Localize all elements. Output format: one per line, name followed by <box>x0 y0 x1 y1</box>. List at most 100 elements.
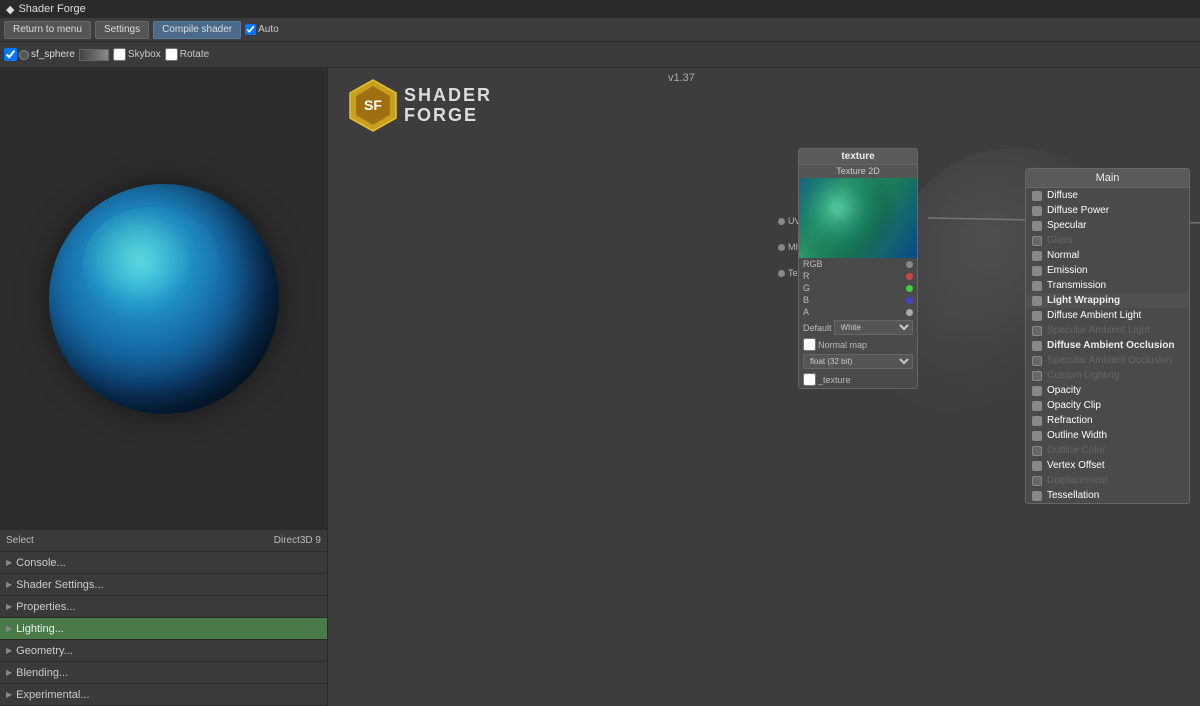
normal-connector <box>1032 251 1042 261</box>
texture-name-row: _texture <box>799 371 917 388</box>
main-panel-light-wrapping[interactable]: Light Wrapping <box>1026 293 1189 308</box>
main-panel-gloss[interactable]: Gloss <box>1026 233 1189 248</box>
rgb-output-dot <box>906 261 913 268</box>
version-label: v1.37 <box>668 72 695 84</box>
a-output-dot <box>906 309 913 316</box>
main-panel-specular-ambient-light[interactable]: Specular Ambient Light <box>1026 323 1189 338</box>
g-output-dot <box>906 285 913 292</box>
object-name: sf_sphere <box>31 49 75 60</box>
bottom-panel: Select Direct3D 9 ▶ Console... ▶ Shader … <box>0 529 327 706</box>
toolbar: Return to menu Settings Compile shader A… <box>0 18 1200 42</box>
refraction-connector <box>1032 416 1042 426</box>
menu-item-blending[interactable]: ▶ Blending... <box>0 662 327 684</box>
title-bar: ◆ Shader Forge <box>0 0 1200 18</box>
main-panel-normal[interactable]: Normal <box>1026 248 1189 263</box>
auto-checkbox[interactable] <box>245 24 256 35</box>
r-output-row: R <box>799 270 917 282</box>
preview-sphere <box>49 184 279 414</box>
main-panel-specular-ambient-occlusion[interactable]: Specular Ambient Occlusion <box>1026 353 1189 368</box>
uv-connector-dot <box>778 218 785 225</box>
preview-area <box>0 68 327 529</box>
main-panel: Main Diffuse Diffuse Power Specular Glos… <box>1025 168 1190 504</box>
main-panel-diffuse-ambient-occlusion[interactable]: Diffuse Ambient Occlusion <box>1026 338 1189 353</box>
light-wrapping-connector <box>1032 296 1042 306</box>
auto-checkbox-label[interactable]: Auto <box>245 24 279 35</box>
select-label: Select <box>6 535 34 546</box>
specular-ambient-light-connector <box>1032 326 1042 336</box>
main-panel-specular[interactable]: Specular <box>1026 218 1189 233</box>
select-bar: Select Direct3D 9 <box>0 530 327 552</box>
main-panel-custom-lighting[interactable]: Custom Lighting <box>1026 368 1189 383</box>
tessellation-connector <box>1032 491 1042 501</box>
sf-text: SHADER FORGE <box>404 86 492 126</box>
left-panel: Select Direct3D 9 ▶ Console... ▶ Shader … <box>0 68 328 706</box>
texture-node-title: texture <box>799 149 917 165</box>
return-to-menu-button[interactable]: Return to menu <box>4 21 91 39</box>
texture-node-subtitle: Texture 2D <box>799 165 917 178</box>
main-panel-refraction[interactable]: Refraction <box>1026 413 1189 428</box>
app-title: Shader Forge <box>18 3 85 15</box>
main-panel-vertex-offset[interactable]: Vertex Offset <box>1026 458 1189 473</box>
normal-map-checkbox[interactable] <box>803 338 816 351</box>
main-content: Select Direct3D 9 ▶ Console... ▶ Shader … <box>0 68 1200 706</box>
texture-name-label: _texture <box>818 375 851 385</box>
main-panel-displacement[interactable]: Displacement <box>1026 473 1189 488</box>
object-checkbox-label[interactable]: sf_sphere <box>4 48 75 61</box>
object-bar: sf_sphere Skybox Rotate <box>0 42 1200 68</box>
texture-node[interactable]: texture Texture 2D RGB R G <box>798 148 918 389</box>
menu-item-console[interactable]: ▶ Console... <box>0 552 327 574</box>
mip-connector-dot <box>778 244 785 251</box>
menu-arrow-geometry: ▶ <box>6 646 12 655</box>
normal-map-row: Normal map <box>799 337 917 352</box>
color-strip[interactable] <box>79 49 109 61</box>
tex-connector-dot <box>778 270 785 277</box>
b-output-dot <box>906 297 913 304</box>
format-select[interactable]: float (32 bit) <box>803 354 913 369</box>
menu-arrow-shader-settings: ▶ <box>6 580 12 589</box>
main-panel-opacity[interactable]: Opacity <box>1026 383 1189 398</box>
main-panel-opacity-clip[interactable]: Opacity Clip <box>1026 398 1189 413</box>
opacity-clip-connector <box>1032 401 1042 411</box>
object-checkbox[interactable] <box>4 48 17 61</box>
main-panel-emission[interactable]: Emission <box>1026 263 1189 278</box>
skybox-checkbox-label[interactable]: Skybox <box>113 48 161 61</box>
compile-shader-button[interactable]: Compile shader <box>153 21 241 39</box>
specular-ambient-occlusion-connector <box>1032 356 1042 366</box>
default-select[interactable]: White <box>834 320 913 335</box>
gloss-connector <box>1032 236 1042 246</box>
rotate-checkbox[interactable] <box>165 48 178 61</box>
main-panel-outline-width[interactable]: Outline Width <box>1026 428 1189 443</box>
skybox-checkbox[interactable] <box>113 48 126 61</box>
default-row: Default White <box>799 318 917 337</box>
g-output-row: G <box>799 282 917 294</box>
main-panel-transmission[interactable]: Transmission <box>1026 278 1189 293</box>
menu-item-properties[interactable]: ▶ Properties... <box>0 596 327 618</box>
main-panel-diffuse-power[interactable]: Diffuse Power <box>1026 203 1189 218</box>
vertex-offset-connector <box>1032 461 1042 471</box>
custom-lighting-connector <box>1032 371 1042 381</box>
b-output-row: B <box>799 294 917 306</box>
canvas-area[interactable]: v1.37 SF SHADER FORGE UV <box>328 68 1200 706</box>
object-dot-icon <box>19 50 29 60</box>
main-panel-outline-color[interactable]: Outline Color <box>1026 443 1189 458</box>
menu-arrow-experimental: ▶ <box>6 690 12 699</box>
texture-name-checkbox[interactable] <box>803 373 816 386</box>
settings-button[interactable]: Settings <box>95 21 149 39</box>
menu-item-shader-settings[interactable]: ▶ Shader Settings... <box>0 574 327 596</box>
main-panel-diffuse[interactable]: Diffuse <box>1026 188 1189 203</box>
emission-connector <box>1032 266 1042 276</box>
menu-items: ▶ Console... ▶ Shader Settings... ▶ Prop… <box>0 552 327 706</box>
main-panel-diffuse-ambient-light[interactable]: Diffuse Ambient Light <box>1026 308 1189 323</box>
menu-item-experimental[interactable]: ▶ Experimental... <box>0 684 327 706</box>
svg-text:SF: SF <box>364 97 382 113</box>
menu-arrow-console: ▶ <box>6 558 12 567</box>
render-label: Direct3D 9 <box>274 535 321 546</box>
menu-item-geometry[interactable]: ▶ Geometry... <box>0 640 327 662</box>
sf-logo: SF SHADER FORGE <box>348 78 492 133</box>
rotate-checkbox-label[interactable]: Rotate <box>165 48 209 61</box>
menu-item-lighting[interactable]: ▶ Lighting... <box>0 618 327 640</box>
main-panel-tessellation[interactable]: Tessellation <box>1026 488 1189 503</box>
specular-connector <box>1032 221 1042 231</box>
main-panel-title: Main <box>1026 169 1189 188</box>
menu-arrow-properties: ▶ <box>6 602 12 611</box>
